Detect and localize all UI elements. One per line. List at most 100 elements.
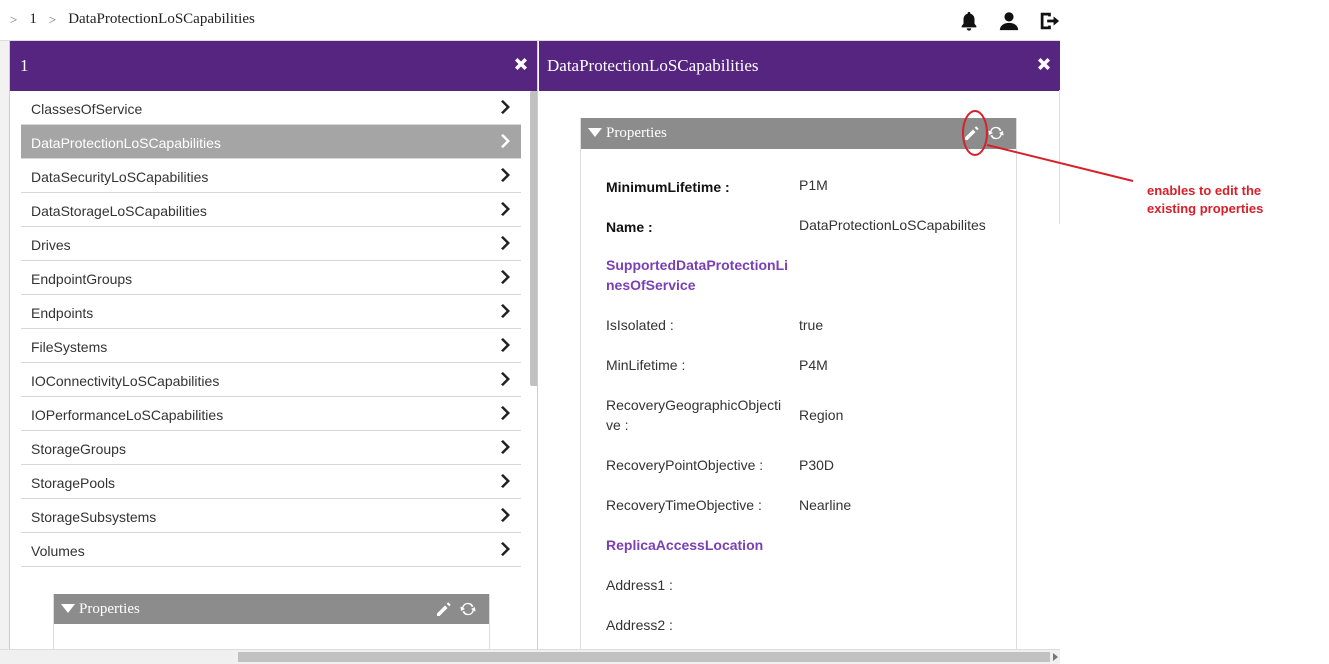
property-value: DataProtectionLoSCapabilites [799, 217, 986, 233]
chevron-right-icon[interactable] [499, 304, 511, 318]
chevron-right-icon[interactable] [499, 474, 511, 488]
chevron-right-icon[interactable] [499, 338, 511, 352]
right-panel: DataProtectionLoSCapabilities Properties… [539, 41, 1060, 649]
collapse-triangle-icon[interactable] [61, 604, 75, 613]
property-key: Address2 : [606, 617, 673, 633]
breadcrumb: > 1 > DataProtectionLoSCapabilities [10, 11, 255, 28]
close-icon[interactable] [513, 56, 529, 72]
property-value: P4M [799, 357, 828, 373]
right-properties-panel: Properties MinimumLifetime : P1M Name : … [580, 118, 1017, 649]
property-section-heading: ReplicaAccessLocation [606, 537, 764, 553]
property-key: RecoveryPointObjective : [606, 457, 764, 473]
list-item[interactable]: Volumes [21, 533, 521, 567]
list-item-label: StorageSubsystems [31, 509, 157, 525]
chevron-right-icon[interactable] [499, 236, 511, 250]
chevron-right-icon[interactable] [499, 100, 511, 114]
resource-list: ClassesOfService DataProtectionLoSCapabil… [21, 91, 521, 567]
top-icons [958, 10, 1060, 32]
property-value: P30D [799, 457, 835, 473]
breadcrumb-separator: > [48, 11, 57, 27]
list-item-label: StoragePools [31, 475, 116, 491]
list-item-label: FileSystems [31, 339, 108, 355]
chevron-right-icon[interactable] [499, 440, 511, 454]
user-icon[interactable] [998, 10, 1020, 32]
chevron-right-icon[interactable] [499, 270, 511, 284]
annotation-text: enables to edit the existing properties [1147, 182, 1307, 218]
list-item[interactable]: StoragePools [21, 465, 521, 499]
property-key: RecoveryGeographicObjective : [606, 397, 782, 433]
edit-pencil-icon[interactable] [435, 600, 453, 618]
scrollbar-thumb[interactable] [238, 652, 1050, 662]
chevron-right-icon[interactable] [499, 202, 511, 216]
list-item[interactable]: DataSecurityLoSCapabilities [21, 159, 521, 193]
list-item-label: DataStorageLoSCapabilities [31, 203, 207, 219]
list-item[interactable]: ClassesOfService [21, 91, 521, 125]
property-key: IsIsolated : [606, 317, 674, 333]
list-item[interactable]: IOPerformanceLoSCapabilities [21, 397, 521, 431]
logout-icon[interactable] [1038, 10, 1060, 32]
property-key: Name : [606, 219, 653, 235]
panel-divider [1059, 90, 1060, 224]
breadcrumb-item-current[interactable]: DataProtectionLoSCapabilities [68, 11, 255, 28]
right-panel-header: DataProtectionLoSCapabilities [539, 41, 1060, 91]
list-item-label: Drives [31, 237, 71, 253]
property-value: true [799, 317, 824, 333]
list-item[interactable]: DataStorageLoSCapabilities [21, 193, 521, 227]
right-properties-header[interactable]: Properties [581, 118, 1016, 149]
chevron-right-icon[interactable] [499, 134, 511, 148]
breadcrumb-separator: > [10, 11, 18, 27]
property-key: RecoveryTimeObjective : [606, 497, 762, 513]
list-item-label: StorageGroups [31, 441, 126, 457]
list-item[interactable]: IOConnectivityLoSCapabilities [21, 363, 521, 397]
scroll-right-arrow-icon[interactable] [1053, 653, 1058, 661]
chevron-right-icon[interactable] [499, 168, 511, 182]
property-value: Region [799, 407, 844, 423]
property-key: MinLifetime : [606, 357, 686, 373]
refresh-icon[interactable] [987, 124, 1005, 142]
list-item-label: DataSecurityLoSCapabilities [31, 169, 209, 185]
annotation-line-1: enables to edit the [1147, 183, 1262, 198]
left-panel-title: 1 [20, 56, 29, 75]
edit-pencil-icon[interactable] [963, 124, 981, 142]
right-panel-title: DataProtectionLoSCapabilities [547, 56, 759, 75]
refresh-icon[interactable] [459, 600, 477, 618]
app-window: > 1 > DataProtectionLoSCapabilities 1 Cl… [0, 0, 1060, 664]
breadcrumb-item-1[interactable]: 1 [29, 11, 37, 28]
left-panel-header: 1 [10, 41, 537, 91]
list-item[interactable]: Endpoints [21, 295, 521, 329]
collapsed-panel-strip[interactable] [0, 41, 10, 664]
list-item-label: Endpoints [31, 305, 94, 321]
list-item-label: EndpointGroups [31, 271, 133, 287]
chevron-right-icon[interactable] [499, 372, 511, 386]
property-value: Nearline [799, 497, 852, 513]
left-properties-header[interactable]: Properties [54, 594, 489, 624]
property-key: MinimumLifetime : [606, 179, 730, 195]
bell-icon[interactable] [958, 10, 980, 32]
list-item[interactable]: StorageGroups [21, 431, 521, 465]
list-item-label: Volumes [31, 543, 85, 559]
chevron-right-icon[interactable] [499, 542, 511, 556]
list-item[interactable]: EndpointGroups [21, 261, 521, 295]
annotation-line-2: existing properties [1147, 201, 1264, 216]
list-item[interactable]: Drives [21, 227, 521, 261]
vertical-scrollbar[interactable] [530, 91, 537, 386]
list-item-label: ClassesOfService [31, 101, 143, 117]
top-bar: > 1 > DataProtectionLoSCapabilities [0, 0, 1060, 41]
list-item[interactable]: DataProtectionLoSCapabilities [21, 125, 521, 159]
list-item-label: DataProtectionLoSCapabilities [31, 135, 221, 151]
horizontal-scrollbar[interactable] [0, 649, 1060, 664]
property-key: Address1 : [606, 577, 673, 593]
collapse-triangle-icon[interactable] [588, 128, 602, 137]
chevron-right-icon[interactable] [499, 406, 511, 420]
chevron-right-icon[interactable] [499, 508, 511, 522]
list-item-label: IOConnectivityLoSCapabilities [31, 373, 220, 389]
left-properties-panel: Properties [53, 594, 490, 649]
list-item[interactable]: StorageSubsystems [21, 499, 521, 533]
list-item[interactable]: FileSystems [21, 329, 521, 363]
property-value: P1M [799, 177, 828, 193]
list-item-label: IOPerformanceLoSCapabilities [31, 407, 224, 423]
property-section-heading: SupportedDataProtectionLinesOfService [606, 257, 789, 293]
properties-title: Properties [606, 125, 667, 141]
close-icon[interactable] [1036, 56, 1052, 72]
properties-title: Properties [79, 601, 140, 617]
